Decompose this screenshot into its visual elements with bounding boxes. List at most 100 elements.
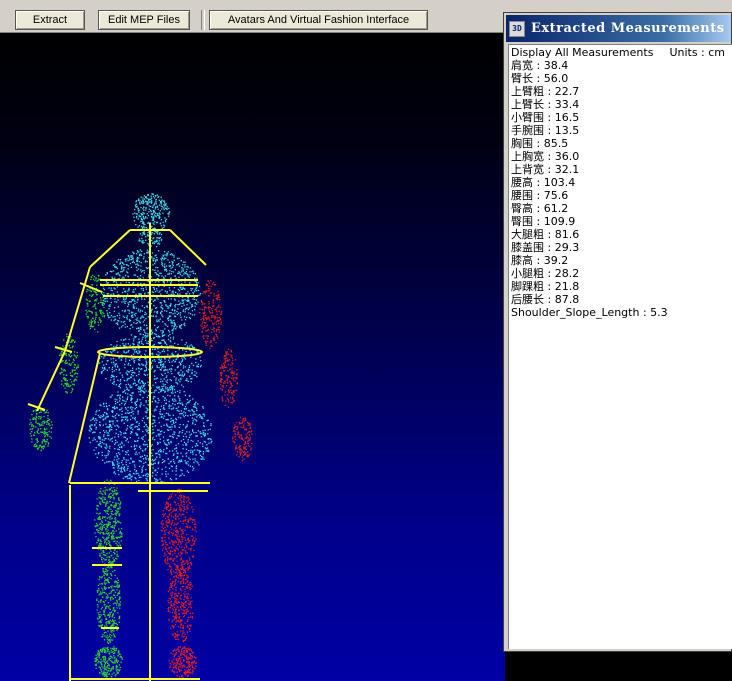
scan-point xyxy=(192,298,194,300)
scan-point xyxy=(113,672,115,674)
scan-point xyxy=(171,270,173,273)
scan-point xyxy=(190,306,193,308)
scan-point xyxy=(116,601,118,603)
scan-point xyxy=(95,293,98,296)
scan-point xyxy=(191,345,194,347)
scan-point xyxy=(206,444,208,446)
scan-point xyxy=(126,325,128,328)
scan-point xyxy=(71,375,73,378)
scan-point xyxy=(151,201,153,204)
scan-point xyxy=(139,200,141,202)
scan-point xyxy=(178,379,180,381)
scan-point xyxy=(162,334,164,337)
scan-point xyxy=(176,293,179,295)
scan-point xyxy=(99,512,101,514)
scan-point xyxy=(174,360,177,363)
scan-point xyxy=(202,335,204,338)
scan-point xyxy=(122,298,125,300)
scan-point xyxy=(178,312,180,314)
scan-point xyxy=(153,204,155,206)
scan-point xyxy=(108,561,110,564)
scan-point xyxy=(192,469,194,471)
scan-point xyxy=(194,423,196,426)
scan-point xyxy=(191,446,194,448)
scan-point xyxy=(235,446,237,448)
scan-point xyxy=(170,465,173,467)
scan-point xyxy=(197,301,199,303)
avatars-virtual-fashion-button[interactable]: Avatars And Virtual Fashion Interface xyxy=(209,10,428,30)
scan-point xyxy=(134,351,136,353)
scan-point xyxy=(210,292,213,294)
scan-point xyxy=(103,572,106,574)
scan-point xyxy=(89,294,91,296)
scan-point xyxy=(170,303,172,305)
scan-point xyxy=(43,415,45,418)
scan-point xyxy=(119,357,121,359)
scan-point xyxy=(67,383,69,385)
scan-point xyxy=(231,354,233,357)
scan-point xyxy=(121,471,123,473)
scan-point xyxy=(223,358,225,360)
scan-point xyxy=(148,200,150,202)
3d-viewport[interactable] xyxy=(0,33,505,681)
scan-point xyxy=(158,361,160,364)
scan-point xyxy=(203,415,206,417)
scan-point xyxy=(232,398,234,400)
scan-point xyxy=(203,311,206,313)
edit-mep-files-button[interactable]: Edit MEP Files xyxy=(98,10,190,30)
scan-point xyxy=(192,440,194,442)
scan-point xyxy=(158,212,160,214)
scan-point xyxy=(104,455,106,457)
scan-point xyxy=(97,584,100,586)
scan-point xyxy=(197,414,199,416)
scan-point xyxy=(120,661,122,663)
scan-point xyxy=(169,357,171,359)
scan-point xyxy=(124,302,126,304)
scan-point xyxy=(226,385,228,387)
extract-button[interactable]: Extract xyxy=(15,10,85,30)
scan-point xyxy=(35,438,37,440)
scan-point xyxy=(114,456,116,458)
scan-point xyxy=(111,271,113,273)
scan-point xyxy=(100,599,102,602)
scan-point xyxy=(235,389,237,392)
scan-point xyxy=(203,291,205,293)
scan-point xyxy=(180,508,182,510)
scan-point xyxy=(107,594,109,596)
scan-point xyxy=(144,434,146,436)
scan-point xyxy=(125,264,127,266)
scan-point xyxy=(165,257,167,259)
scan-point xyxy=(101,587,103,589)
scan-point xyxy=(154,215,157,217)
scan-point xyxy=(181,431,183,434)
scan-point xyxy=(105,351,108,353)
scan-point xyxy=(182,268,185,270)
scan-point xyxy=(205,450,207,452)
scan-point xyxy=(206,324,209,326)
scan-point xyxy=(103,537,105,539)
scan-point xyxy=(154,202,156,204)
scan-point xyxy=(162,513,164,516)
scan-point xyxy=(129,320,131,322)
scan-point xyxy=(152,205,154,207)
scan-point xyxy=(195,443,198,445)
scan-point xyxy=(136,398,139,400)
scan-point xyxy=(143,256,145,258)
scan-point xyxy=(72,388,74,390)
scan-point xyxy=(196,375,198,378)
scan-point xyxy=(167,429,169,431)
scan-point xyxy=(164,254,166,256)
scan-point xyxy=(112,557,114,559)
scan-point xyxy=(111,276,113,278)
scan-point xyxy=(117,467,119,469)
scan-point xyxy=(108,657,110,659)
scan-point xyxy=(144,449,146,451)
scan-point xyxy=(168,261,171,263)
scan-point xyxy=(116,583,118,585)
scan-point xyxy=(155,435,158,437)
scan-point xyxy=(132,255,134,257)
scan-point xyxy=(108,542,110,544)
scan-point xyxy=(158,422,160,424)
scan-point xyxy=(208,442,210,444)
scan-point xyxy=(190,381,192,383)
